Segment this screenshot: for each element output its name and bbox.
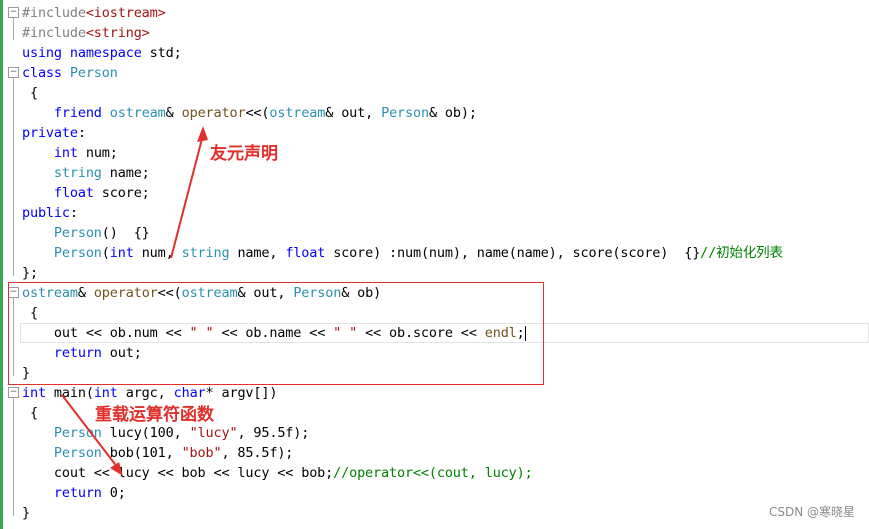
code-line[interactable]: return 0;	[22, 483, 126, 503]
code-line[interactable]: }	[22, 503, 30, 523]
code-line[interactable]: Person lucy(100, "lucy", 95.5f);	[22, 423, 309, 443]
arrow-line	[170, 134, 204, 259]
code-line[interactable]: string name;	[22, 163, 150, 183]
code-line[interactable]: float score;	[22, 183, 150, 203]
code-line[interactable]: cout << lucy << bob << lucy << bob;//ope…	[22, 463, 533, 483]
code-line[interactable]: public:	[22, 203, 78, 223]
annotation-friend-declaration: 友元声明	[210, 144, 278, 164]
code-editor[interactable]: − − − − #include<iostream> #include<stri…	[0, 0, 869, 529]
collapse-icon[interactable]: −	[8, 67, 19, 78]
code-line[interactable]: };	[22, 263, 38, 283]
highlight-box	[8, 282, 544, 385]
code-line[interactable]: private:	[22, 123, 86, 143]
arrowhead	[197, 126, 208, 142]
code-line[interactable]: #include<string>	[22, 23, 150, 43]
watermark: CSDN @寒晓星	[768, 505, 855, 519]
code-line[interactable]: friend ostream& operator<<(ostream& out,…	[22, 103, 477, 123]
code-line[interactable]: Person(int num, string name, float score…	[22, 243, 783, 263]
collapse-icon[interactable]: −	[8, 7, 19, 18]
code-line[interactable]: int num;	[22, 143, 118, 163]
code-line[interactable]: {	[22, 403, 38, 423]
annotation-operator-overload: 重载运算符函数	[95, 405, 214, 425]
collapse-icon[interactable]: −	[8, 387, 19, 398]
code-line[interactable]: using namespace std;	[22, 43, 182, 63]
code-line[interactable]: Person() {}	[22, 223, 150, 243]
code-line[interactable]: {	[22, 83, 38, 103]
code-line[interactable]: class Person	[22, 63, 118, 83]
code-line[interactable]: Person bob(101, "bob", 85.5f);	[22, 443, 294, 463]
code-line[interactable]: #include<iostream>	[22, 3, 166, 23]
